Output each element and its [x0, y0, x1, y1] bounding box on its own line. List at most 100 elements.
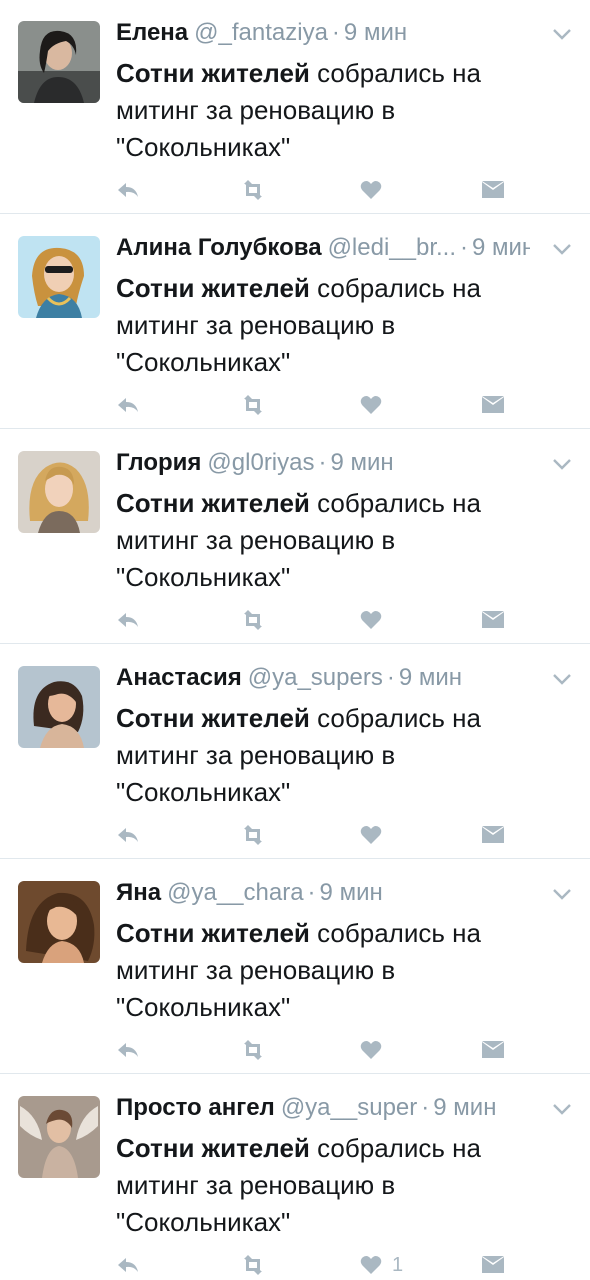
like-count: 1	[392, 1253, 404, 1276]
separator-dot: ·	[307, 879, 316, 906]
timestamp[interactable]: 9 мин	[433, 1094, 496, 1121]
avatar[interactable]	[18, 881, 100, 963]
retweet-icon	[244, 1040, 262, 1060]
separator-dot: ·	[318, 449, 327, 476]
timestamp[interactable]: 9 мин	[344, 19, 407, 46]
tweet-header: Просто ангел @ya__super · 9 мин	[116, 1091, 530, 1125]
chevron-down-icon[interactable]	[552, 672, 572, 686]
reply-icon	[118, 613, 138, 627]
tweet-text: Сотни жителей собрались на митинг за рен…	[116, 485, 546, 596]
tweet[interactable]: Алина Голубкова @ledi__br... · 9 мин Сотни …	[0, 215, 590, 429]
like-button[interactable]	[360, 393, 392, 417]
heart-icon	[360, 396, 382, 414]
tweet-header: Елена @_fantaziya · 9 мин	[116, 16, 530, 50]
direct-message-button[interactable]	[482, 608, 504, 632]
separator-dot: ·	[460, 234, 468, 261]
envelope-icon	[482, 396, 504, 413]
tweet-header: Анастасия @ya_supers · 9 мин	[116, 661, 530, 695]
reply-button[interactable]	[116, 1253, 140, 1277]
avatar[interactable]	[18, 236, 100, 318]
retweet-icon	[244, 180, 262, 200]
timestamp[interactable]: 9 мин	[320, 879, 383, 906]
author-handle[interactable]: @_fantaziya	[194, 19, 328, 46]
author-name[interactable]: Елена	[116, 19, 188, 46]
retweet-icon	[244, 1255, 262, 1275]
separator-dot: ·	[421, 1094, 430, 1121]
reply-button[interactable]	[116, 1038, 140, 1062]
heart-icon	[360, 181, 382, 199]
author-handle[interactable]: @ledi__br...	[328, 234, 456, 261]
reply-icon	[118, 183, 138, 197]
tweet-actions	[116, 1038, 516, 1062]
avatar[interactable]	[18, 451, 100, 533]
author-name[interactable]: Глория	[116, 449, 201, 476]
heart-icon	[360, 1256, 382, 1274]
separator-dot: ·	[331, 19, 340, 46]
like-button[interactable]	[360, 1038, 392, 1062]
avatar[interactable]	[18, 1096, 100, 1178]
tweet-text: Сотни жителей собрались на митинг за рен…	[116, 915, 546, 1026]
heart-icon	[360, 1041, 382, 1059]
tweet-text-bold: Сотни жителей	[116, 58, 310, 88]
retweet-button[interactable]	[238, 823, 268, 847]
envelope-icon	[482, 1256, 504, 1273]
reply-icon	[118, 1043, 138, 1057]
retweet-button[interactable]	[238, 1038, 268, 1062]
direct-message-button[interactable]	[482, 1253, 504, 1277]
envelope-icon	[482, 181, 504, 198]
reply-icon	[118, 1258, 138, 1272]
tweet[interactable]: Яна @ya__chara · 9 мин Сотни жителей собрал…	[0, 860, 590, 1074]
reply-button[interactable]	[116, 823, 140, 847]
tweet-header: Яна @ya__chara · 9 мин	[116, 876, 530, 910]
reply-icon	[118, 398, 138, 412]
direct-message-button[interactable]	[482, 823, 504, 847]
author-handle[interactable]: @ya__super	[281, 1094, 417, 1121]
retweet-button[interactable]	[238, 178, 268, 202]
tweet[interactable]: Анастасия @ya_supers · 9 мин Сотни жителей …	[0, 645, 590, 859]
timestamp[interactable]: 9 мин	[330, 449, 393, 476]
heart-icon	[360, 826, 382, 844]
tweet-actions	[116, 178, 516, 202]
chevron-down-icon[interactable]	[552, 1102, 572, 1116]
tweet[interactable]: Елена @_fantaziya · 9 мин Сотни жителей соб…	[0, 0, 590, 214]
tweet-text-bold: Сотни жителей	[116, 918, 310, 948]
tweet-actions	[116, 608, 516, 632]
tweet-header: Алина Голубкова @ledi__br... · 9 мин	[116, 231, 530, 265]
timestamp[interactable]: 9 мин	[399, 664, 462, 691]
like-button[interactable]: 1	[360, 1253, 403, 1277]
timestamp[interactable]: 9 мин	[472, 234, 530, 261]
retweet-button[interactable]	[238, 393, 268, 417]
author-name[interactable]: Алина Голубкова	[116, 234, 322, 261]
avatar[interactable]	[18, 21, 100, 103]
chevron-down-icon[interactable]	[552, 457, 572, 471]
like-button[interactable]	[360, 823, 392, 847]
chevron-down-icon[interactable]	[552, 27, 572, 41]
direct-message-button[interactable]	[482, 1038, 504, 1062]
tweet-text: Сотни жителей собрались на митинг за рен…	[116, 270, 546, 381]
envelope-icon	[482, 1041, 504, 1058]
chevron-down-icon[interactable]	[552, 242, 572, 256]
avatar[interactable]	[18, 666, 100, 748]
reply-button[interactable]	[116, 393, 140, 417]
tweet-text: Сотни жителей собрались на митинг за рен…	[116, 1130, 546, 1241]
direct-message-button[interactable]	[482, 178, 504, 202]
author-handle[interactable]: @ya__chara	[167, 879, 303, 906]
reply-button[interactable]	[116, 178, 140, 202]
retweet-button[interactable]	[238, 1253, 268, 1277]
reply-button[interactable]	[116, 608, 140, 632]
author-name[interactable]: Яна	[116, 879, 161, 906]
author-name[interactable]: Просто ангел	[116, 1094, 275, 1121]
tweet-text-bold: Сотни жителей	[116, 703, 310, 733]
author-handle[interactable]: @ya_supers	[248, 664, 383, 691]
tweet[interactable]: Просто ангел @ya__super · 9 мин Сотни жител…	[0, 1075, 590, 1280]
like-button[interactable]	[360, 178, 392, 202]
chevron-down-icon[interactable]	[552, 887, 572, 901]
tweet-text-bold: Сотни жителей	[116, 1133, 310, 1163]
direct-message-button[interactable]	[482, 393, 504, 417]
author-handle[interactable]: @gl0riyas	[207, 449, 314, 476]
author-name[interactable]: Анастасия	[116, 664, 242, 691]
retweet-button[interactable]	[238, 608, 268, 632]
like-button[interactable]	[360, 608, 392, 632]
tweet[interactable]: Глория @gl0riyas · 9 мин Сотни жителей собр…	[0, 430, 590, 644]
timeline-feed: Елена @_fantaziya · 9 мин Сотни жителей соб…	[0, 0, 590, 1280]
